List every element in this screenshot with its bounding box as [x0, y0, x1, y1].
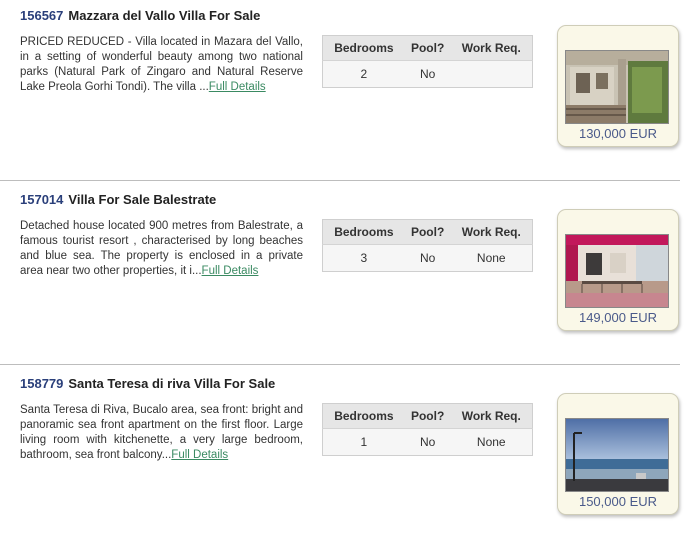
- listing-photo[interactable]: [565, 50, 669, 124]
- listing-price[interactable]: 150,000 EUR: [558, 494, 678, 509]
- specs-table: Bedrooms Pool? Work Req. 3 No None: [322, 219, 533, 272]
- pool-value: No: [404, 60, 451, 88]
- listing-description: Detached house located 900 metres from B…: [20, 219, 303, 279]
- work-header: Work Req.: [450, 219, 533, 245]
- listing-item: 157014 Villa For Sale Balestrate Detached…: [0, 184, 699, 368]
- pool-value: No: [404, 428, 451, 456]
- listing-item: 156567 Mazzara del Vallo Villa For Sale P…: [0, 0, 699, 184]
- bedrooms-value: 2: [322, 60, 405, 88]
- listing-title[interactable]: 156567 Mazzara del Vallo Villa For Sale: [20, 8, 260, 23]
- work-value: None: [450, 428, 533, 456]
- pool-value: No: [404, 244, 451, 272]
- specs-value-row: 3 No None: [322, 244, 533, 272]
- listing-photo[interactable]: [565, 234, 669, 308]
- work-header: Work Req.: [450, 35, 533, 61]
- full-details-link[interactable]: Full Details: [209, 81, 266, 93]
- listing-description-text: Santa Teresa di Riva, Bucalo area, sea f…: [20, 404, 303, 461]
- listing-title[interactable]: 157014 Villa For Sale Balestrate: [20, 192, 216, 207]
- listing-title[interactable]: 158779 Santa Teresa di riva Villa For Sal…: [20, 376, 275, 391]
- listing-item: 158779 Santa Teresa di riva Villa For Sal…: [0, 368, 699, 552]
- pool-header: Pool?: [404, 219, 451, 245]
- bedrooms-value: 3: [322, 244, 405, 272]
- specs-value-row: 1 No None: [322, 428, 533, 456]
- pool-header: Pool?: [404, 403, 451, 429]
- listing-divider: [0, 180, 680, 181]
- listing-ref[interactable]: 156567: [20, 8, 63, 23]
- bedrooms-header: Bedrooms: [322, 403, 405, 429]
- work-value: None: [450, 244, 533, 272]
- listing-title-text[interactable]: Villa For Sale Balestrate: [68, 192, 216, 207]
- pool-header: Pool?: [404, 35, 451, 61]
- listing-description: Santa Teresa di Riva, Bucalo area, sea f…: [20, 403, 303, 463]
- listing-ref[interactable]: 158779: [20, 376, 63, 391]
- specs-value-row: 2 No: [322, 60, 533, 88]
- bedrooms-value: 1: [322, 428, 405, 456]
- bedrooms-header: Bedrooms: [322, 219, 405, 245]
- listing-divider: [0, 364, 680, 365]
- specs-table: Bedrooms Pool? Work Req. 1 No None: [322, 403, 533, 456]
- listing-ref[interactable]: 157014: [20, 192, 63, 207]
- full-details-link[interactable]: Full Details: [202, 265, 259, 277]
- listing-price[interactable]: 130,000 EUR: [558, 126, 678, 141]
- full-details-link[interactable]: Full Details: [171, 449, 228, 461]
- specs-header-row: Bedrooms Pool? Work Req.: [322, 35, 533, 61]
- photo-card[interactable]: 130,000 EUR: [557, 25, 679, 147]
- specs-header-row: Bedrooms Pool? Work Req.: [322, 403, 533, 429]
- work-value: [450, 60, 533, 88]
- photo-card[interactable]: 149,000 EUR: [557, 209, 679, 331]
- specs-table: Bedrooms Pool? Work Req. 2 No: [322, 35, 533, 88]
- listing-description-text: Detached house located 900 metres from B…: [20, 220, 303, 277]
- work-header: Work Req.: [450, 403, 533, 429]
- bedrooms-header: Bedrooms: [322, 35, 405, 61]
- listing-price[interactable]: 149,000 EUR: [558, 310, 678, 325]
- specs-header-row: Bedrooms Pool? Work Req.: [322, 219, 533, 245]
- listing-photo[interactable]: [565, 418, 669, 492]
- listing-description: PRICED REDUCED - Villa located in Mazara…: [20, 35, 303, 95]
- listing-title-text[interactable]: Mazzara del Vallo Villa For Sale: [68, 8, 260, 23]
- listing-title-text[interactable]: Santa Teresa di riva Villa For Sale: [68, 376, 275, 391]
- photo-card[interactable]: 150,000 EUR: [557, 393, 679, 515]
